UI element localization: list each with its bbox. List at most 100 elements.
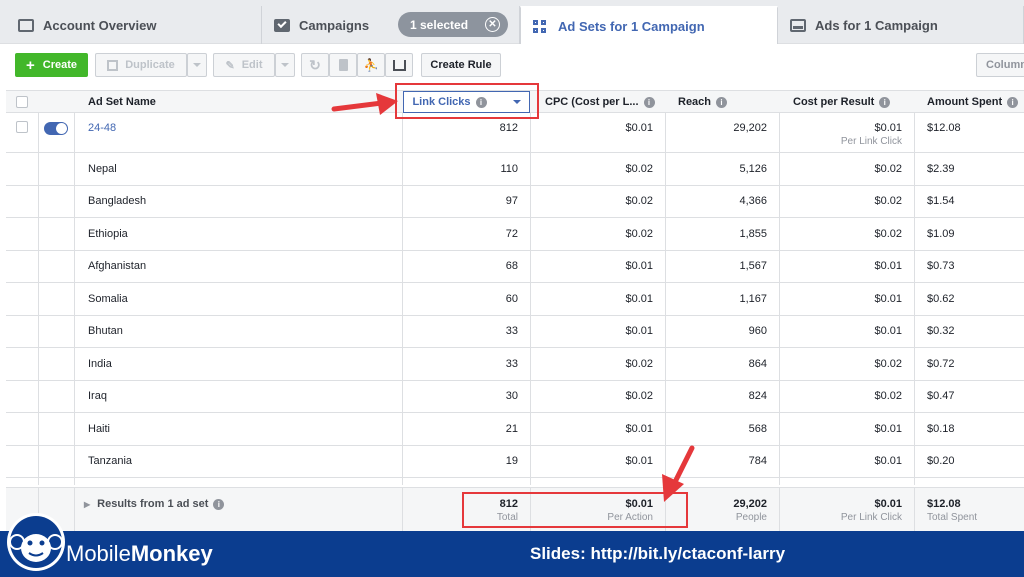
cost-per-result-value: $0.01: [874, 122, 902, 134]
duplicate-dropdown-button[interactable]: [187, 53, 207, 77]
selected-count-pill[interactable]: 1 selected ✕: [398, 12, 508, 37]
total-amount-spent-value: $12.08: [927, 497, 961, 510]
cell-cost-per-result: $0.01: [874, 455, 902, 468]
ad-set-name[interactable]: 24-48: [88, 122, 116, 134]
footer-banner: Mobile Monkey Slides: http://bit.ly/ctaco…: [0, 531, 1024, 577]
cell-amount-spent: $0.73: [927, 260, 955, 273]
table-row[interactable]: Bhutan 33 $0.01 960 $0.01 $0.32: [6, 316, 1024, 348]
total-reach-value: 29,202: [733, 497, 767, 510]
table-row[interactable]: Bangladesh 97 $0.02 4,366 $0.02 $1.54: [6, 186, 1024, 218]
info-icon[interactable]: i: [643, 96, 655, 108]
info-icon[interactable]: i: [213, 498, 225, 510]
columns-button[interactable]: Column: [976, 53, 1024, 77]
ad-set-toggle[interactable]: [44, 122, 68, 135]
table-row[interactable]: India 33 $0.02 864 $0.02 $0.72: [6, 348, 1024, 381]
tab-ads[interactable]: Ads for 1 Campaign: [778, 6, 1024, 44]
tab-ad-sets[interactable]: Ad Sets for 1 Campaign: [520, 6, 778, 45]
create-rule-label: Create Rule: [430, 59, 492, 71]
header-reach[interactable]: Reach i: [678, 91, 778, 113]
cell-cost-per-result: $0.01 Per Link Click: [779, 113, 902, 152]
cell-cost-per-result: $0.02: [874, 390, 902, 403]
row-checkbox[interactable]: [16, 121, 28, 133]
cell-amount-spent: $0.32: [927, 325, 955, 338]
info-icon[interactable]: i: [716, 96, 728, 108]
brand-part1: Mobile: [66, 541, 131, 566]
edit-label: Edit: [241, 59, 263, 71]
create-button[interactable]: + Create: [15, 53, 88, 77]
table-row[interactable]: Ethiopia 72 $0.02 1,855 $0.02 $1.09: [6, 218, 1024, 251]
create-rule-button[interactable]: Create Rule: [421, 53, 501, 77]
ab-test-button[interactable]: ⛹: [357, 53, 385, 77]
plus-icon: +: [25, 56, 35, 74]
cell-amount-spent: $1.09: [927, 227, 955, 240]
brand-part2: Monkey: [130, 541, 213, 566]
header-cpc-label: CPC (Cost per L...: [545, 96, 639, 108]
cell-name: Nepal: [88, 162, 117, 175]
cell-amount-spent: $0.18: [927, 422, 955, 435]
ad-set-name-link[interactable]: 24-48: [88, 113, 388, 152]
cell-name: India: [88, 357, 112, 370]
cell-reach: 29,202: [733, 122, 767, 134]
cell-cost-per-result: $0.02: [874, 162, 902, 175]
cost-per-result-sub: Per Link Click: [840, 136, 902, 147]
cell-link-clicks: 30: [505, 390, 518, 403]
table-row[interactable]: Iraq 30 $0.02 824 $0.02 $0.47: [6, 381, 1024, 413]
delete-button[interactable]: [329, 53, 357, 77]
cell-name: Bangladesh: [88, 195, 147, 208]
header-cost-per-result-label: Cost per Result: [793, 96, 875, 108]
cell-reach: 1,855: [739, 227, 767, 240]
table-row[interactable]: Tanzania 19 $0.01 784 $0.01 $0.20: [6, 446, 1024, 478]
edit-dropdown-button[interactable]: [275, 53, 295, 77]
header-cost-per-result[interactable]: Cost per Result i: [793, 91, 913, 113]
info-icon[interactable]: i: [879, 96, 891, 108]
duplicate-icon: [107, 59, 119, 71]
selected-count-label: 1 selected: [410, 17, 469, 32]
campaigns-icon: [274, 18, 290, 32]
header-amount-spent[interactable]: Amount Spent i: [927, 91, 1024, 113]
tab-account-overview[interactable]: Account Overview: [0, 6, 262, 44]
table-row[interactable]: Nepal 110 $0.02 5,126 $0.02 $2.39: [6, 153, 1024, 186]
cell-cpc: $0.02: [625, 390, 653, 403]
table-row[interactable]: 24-48 812 $0.01 29,202 $0.01 Per Link Cl…: [6, 113, 1024, 153]
chevron-down-icon: [281, 63, 289, 67]
clear-selection-icon[interactable]: ✕: [485, 17, 500, 32]
cell-amount-spent: $12.08: [927, 122, 961, 134]
table-row[interactable]: Afghanistan 68 $0.01 1,567 $0.01 $0.73: [6, 251, 1024, 283]
table-row[interactable]: Haiti 21 $0.01 568 $0.01 $0.18: [6, 413, 1024, 446]
cell-link-clicks: 33: [505, 325, 518, 338]
chevron-down-icon: [193, 63, 201, 67]
edit-button[interactable]: ✎ Edit: [213, 53, 275, 77]
cell-link-clicks: 21: [505, 422, 518, 435]
export-button[interactable]: [385, 53, 413, 77]
total-cost-per-result: $0.01 Per Link Click: [779, 488, 902, 532]
header-amount-spent-label: Amount Spent: [927, 96, 1003, 108]
header-reach-label: Reach: [678, 96, 712, 108]
users-icon: ⛹: [363, 58, 379, 72]
ad-sets-table: Ad Set Name Link Clicks i CPC (Cost per …: [6, 90, 1024, 485]
duplicate-button[interactable]: Duplicate: [95, 53, 187, 77]
cell-name: Ethiopia: [88, 227, 128, 240]
expand-triangle-icon[interactable]: ▶: [84, 500, 90, 509]
cell-cost-per-result: $0.02: [874, 357, 902, 370]
cell-cost-per-result: $0.01: [874, 325, 902, 338]
cell-name: Iraq: [88, 390, 107, 403]
red-arrow-right-icon: [331, 93, 398, 115]
ads-icon: [790, 18, 806, 32]
total-amount-spent: $12.08 Total Spent: [927, 488, 1024, 532]
header-cpc[interactable]: CPC (Cost per L... i: [545, 91, 663, 113]
tab-account-label: Account Overview: [43, 17, 157, 33]
cell-reach: 960: [748, 325, 767, 338]
cell-reach: 568: [748, 422, 767, 435]
info-icon[interactable]: i: [1007, 96, 1019, 108]
account-overview-icon: [18, 18, 34, 32]
results-label-group[interactable]: ▶ Results from 1 ad set i: [84, 498, 225, 510]
total-cost-per-result-value: $0.01: [874, 497, 902, 510]
table-row[interactable]: Somalia 60 $0.01 1,167 $0.01 $0.62: [6, 283, 1024, 316]
cell-cpc: $0.01: [625, 325, 653, 338]
undo-button[interactable]: ↻: [301, 53, 329, 77]
total-amount-spent-sub: Total Spent: [927, 511, 978, 523]
select-all-checkbox[interactable]: [16, 96, 28, 108]
cell-cpc: $0.01: [625, 422, 653, 435]
cell-link-clicks: 33: [505, 357, 518, 370]
cell-name: Haiti: [88, 422, 111, 435]
